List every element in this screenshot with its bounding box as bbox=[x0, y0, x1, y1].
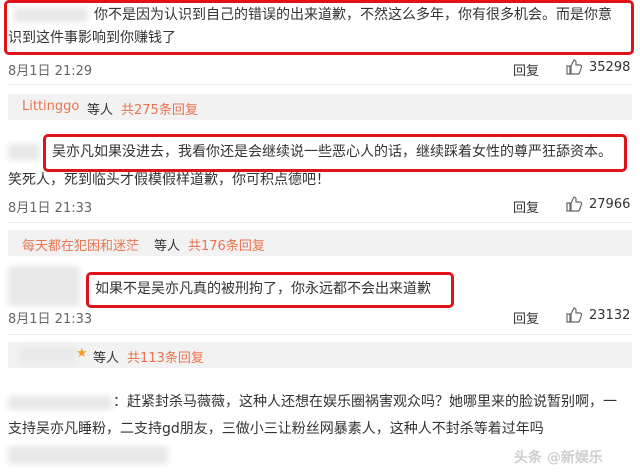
blurred-avatar bbox=[8, 144, 40, 160]
like-icon[interactable] bbox=[566, 196, 582, 212]
replier-name[interactable]: Littinggo bbox=[22, 99, 79, 114]
total-replies-link[interactable]: 共113条回复 bbox=[127, 347, 204, 366]
like-icon[interactable] bbox=[566, 307, 582, 323]
blurred-area bbox=[8, 446, 168, 464]
highlight-box bbox=[86, 272, 454, 308]
comment-text-line2: 支持吴亦凡睡粉，二支持gd朋友，三做小三让粉丝网暴素人，这种人不封杀等着过年吗 bbox=[8, 421, 544, 437]
like-count: 27966 bbox=[589, 197, 631, 212]
divider bbox=[8, 222, 632, 223]
divider bbox=[8, 334, 632, 335]
comment-text: 笑死人，死到临头才假模假样道歉，你可积点德吧！ bbox=[8, 172, 330, 188]
reply-button[interactable]: 回复 bbox=[513, 197, 539, 216]
like-count: 35298 bbox=[589, 60, 631, 75]
like-icon[interactable] bbox=[566, 59, 582, 75]
comment-text-line1: ：赶紧封杀马薇薇，这种人还想在娱乐圈祸害观众吗？她哪里来的脸说暂别啊，一 bbox=[113, 394, 617, 410]
reply-summary-bar[interactable]: ★ 等人 共113条回复 bbox=[8, 342, 632, 368]
total-replies-link[interactable]: 共275条回复 bbox=[121, 99, 198, 118]
blurred-avatar bbox=[8, 266, 80, 306]
like-count: 23132 bbox=[589, 308, 631, 323]
others-label: 等人 bbox=[93, 351, 120, 366]
others-label: 等人 bbox=[154, 239, 181, 254]
blurred-username bbox=[8, 396, 112, 410]
others-label: 等人 bbox=[87, 103, 114, 118]
replier-name[interactable]: 每天都在犯困和迷茫 bbox=[22, 235, 139, 254]
replier-badge-icon: ★ bbox=[76, 346, 88, 361]
blurred-replier-name bbox=[20, 348, 76, 362]
comment-time: 8月1日 21:33 bbox=[8, 201, 93, 216]
reply-button[interactable]: 回复 bbox=[513, 308, 539, 327]
highlight-box bbox=[4, 0, 634, 55]
reply-summary-bar[interactable]: 每天都在犯困和迷茫 等人 共176条回复 bbox=[8, 230, 632, 256]
reply-summary-bar[interactable]: Littinggo 等人 共275条回复 bbox=[8, 94, 632, 120]
divider bbox=[8, 84, 632, 85]
watermark: 头条 @新娱乐 bbox=[514, 450, 603, 466]
total-replies-link[interactable]: 共176条回复 bbox=[188, 235, 265, 254]
comment-time: 8月1日 21:29 bbox=[8, 64, 93, 79]
highlight-box bbox=[43, 134, 627, 172]
comment-time: 8月1日 21:33 bbox=[8, 312, 93, 327]
reply-button[interactable]: 回复 bbox=[513, 60, 539, 79]
